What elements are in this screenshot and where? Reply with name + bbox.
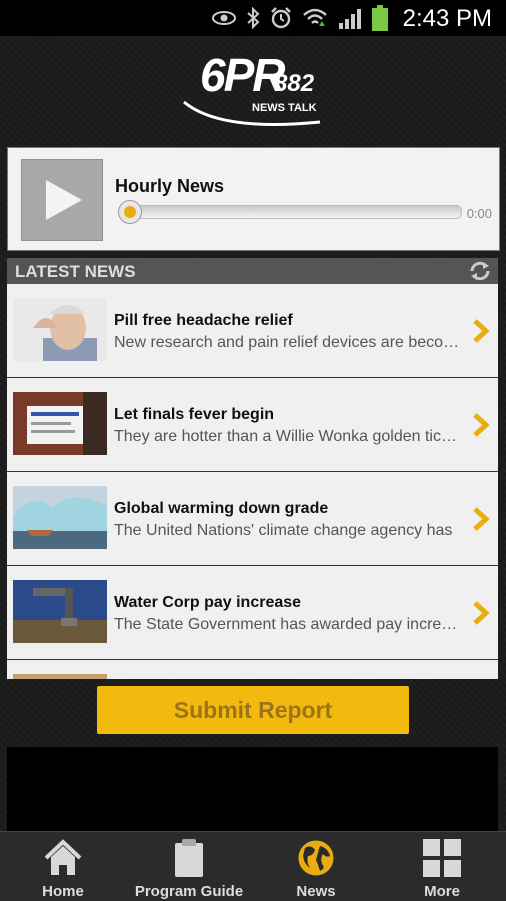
chevron-right-icon xyxy=(473,507,490,531)
status-time: 2:43 PM xyxy=(402,5,492,32)
nav-home[interactable]: Home xyxy=(0,832,126,901)
news-headline: Let finals fever begin xyxy=(114,406,275,423)
chevron-right-icon xyxy=(473,413,490,437)
home-icon xyxy=(44,839,82,875)
signal-icon xyxy=(339,9,361,29)
news-thumbnail xyxy=(13,298,107,361)
submit-report-button[interactable]: Submit Report xyxy=(97,686,409,734)
nav-home-label: Home xyxy=(42,883,84,900)
battery-icon xyxy=(372,5,388,31)
nav-news-label: News xyxy=(296,883,336,900)
news-thumbnail xyxy=(13,580,107,643)
news-item[interactable] xyxy=(7,660,498,679)
logo-number: 882 xyxy=(274,70,315,97)
grid-icon xyxy=(423,839,461,877)
status-icons xyxy=(212,5,388,31)
news-list: Pill free headache relief New research a… xyxy=(7,284,498,679)
progress-thumb-dot xyxy=(124,206,136,218)
progress-thumb[interactable] xyxy=(118,200,142,224)
player-title: Hourly News xyxy=(115,176,225,196)
news-item[interactable]: Global warming down grade The United Nat… xyxy=(7,472,498,566)
status-bar: 2:43 PM xyxy=(0,0,506,36)
nav-more[interactable]: More xyxy=(379,832,505,901)
progress-track[interactable] xyxy=(124,205,462,219)
news-thumbnail xyxy=(13,486,107,549)
news-summary: The State Government has awarded pay inc… xyxy=(114,616,462,633)
logo-swoosh xyxy=(183,100,321,126)
news-summary: The United Nations' climate change agenc… xyxy=(114,522,453,539)
hourly-news-player: Hourly News 0:00 xyxy=(7,147,500,251)
nav-more-label: More xyxy=(424,883,460,900)
news-headline: Water Corp pay increase xyxy=(114,594,302,611)
bottom-navigation: Home Program Guide News More xyxy=(0,831,506,901)
latest-news-label: LATEST NEWS xyxy=(15,262,136,281)
news-thumbnail xyxy=(13,392,107,455)
nav-news[interactable]: News xyxy=(253,832,379,901)
nav-program-guide-label: Program Guide xyxy=(134,883,244,900)
refresh-button[interactable] xyxy=(468,260,492,287)
news-headline: Pill free headache relief xyxy=(114,312,293,329)
nav-program-guide[interactable]: Program Guide xyxy=(126,832,252,901)
clipboard-icon xyxy=(175,839,203,877)
news-summary: They are hotter than a Willie Wonka gold… xyxy=(114,428,462,445)
bluetooth-icon xyxy=(247,7,260,29)
chevron-right-icon xyxy=(473,319,490,343)
wifi-icon xyxy=(303,8,327,26)
eye-icon xyxy=(212,11,236,25)
news-summary: New research and pain relief devices are… xyxy=(114,334,462,351)
chevron-right-icon xyxy=(473,601,490,625)
play-button[interactable] xyxy=(21,159,103,241)
news-headline: Global warming down grade xyxy=(114,500,329,517)
globe-icon xyxy=(297,839,335,877)
news-item[interactable]: Pill free headache relief New research a… xyxy=(7,284,498,378)
latest-news-header: LATEST NEWS xyxy=(7,258,498,284)
alarm-icon xyxy=(271,7,291,29)
news-item[interactable]: Let finals fever begin They are hotter t… xyxy=(7,378,498,472)
ad-banner-area xyxy=(7,747,498,831)
logo-main: 6PR xyxy=(200,49,285,101)
play-icon xyxy=(46,180,82,220)
news-thumbnail xyxy=(13,674,107,679)
refresh-icon xyxy=(470,261,490,281)
station-logo: 6PR 882 NEWS TALK xyxy=(180,48,330,138)
player-duration: 0:00 xyxy=(466,206,492,221)
news-item[interactable]: Water Corp pay increase The State Govern… xyxy=(7,566,498,660)
